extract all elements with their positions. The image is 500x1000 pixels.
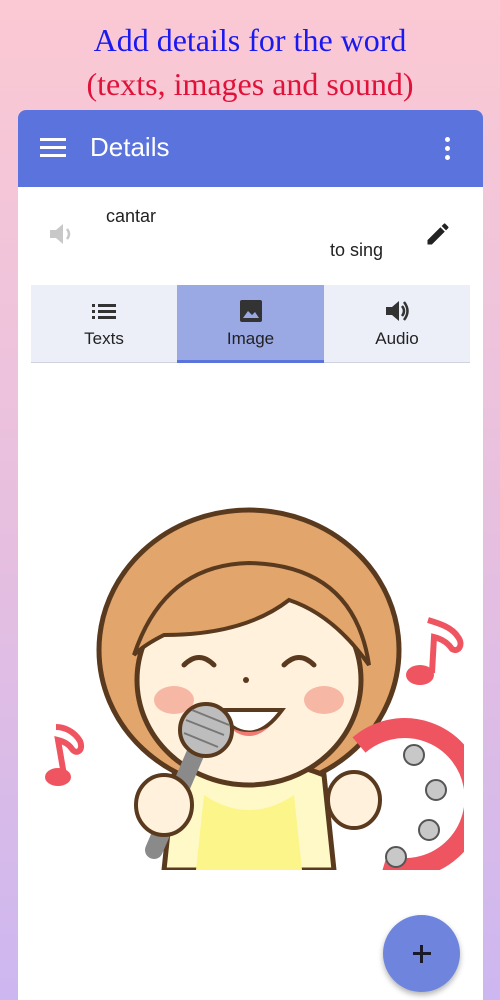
singing-girl-illustration xyxy=(45,507,464,870)
tab-image-label: Image xyxy=(226,329,275,348)
music-note-icon xyxy=(45,724,84,786)
word-text: cantar xyxy=(106,206,157,226)
speaker-icon[interactable] xyxy=(48,221,76,247)
tab-audio-label: Audio xyxy=(375,329,419,348)
hamburger-menu-icon[interactable] xyxy=(40,136,66,160)
tab-audio[interactable]: Audio xyxy=(324,285,470,362)
app-screen: Details cantar to sing Texts Image Audio xyxy=(18,110,483,1000)
translation-text: to sing xyxy=(330,240,384,260)
more-vertical-icon[interactable] xyxy=(443,137,451,161)
tab-texts-label: Texts xyxy=(84,329,124,348)
word-entry: cantar to sing xyxy=(18,187,483,285)
music-note-icon xyxy=(406,617,464,685)
app-bar: Details xyxy=(18,110,483,187)
detail-tabs: Texts Image Audio xyxy=(31,285,470,363)
tab-image[interactable]: Image xyxy=(177,285,324,363)
volume-icon xyxy=(386,301,409,321)
image-icon xyxy=(239,300,262,322)
promo-title-line2: (texts, images and sound) xyxy=(86,66,414,102)
pencil-icon[interactable] xyxy=(424,220,452,248)
tab-texts[interactable]: Texts xyxy=(31,285,177,362)
promo-title-line1: Add details for the word xyxy=(93,22,407,58)
list-icon xyxy=(92,304,116,319)
add-button[interactable] xyxy=(383,915,460,992)
page-title: Details xyxy=(90,132,170,162)
